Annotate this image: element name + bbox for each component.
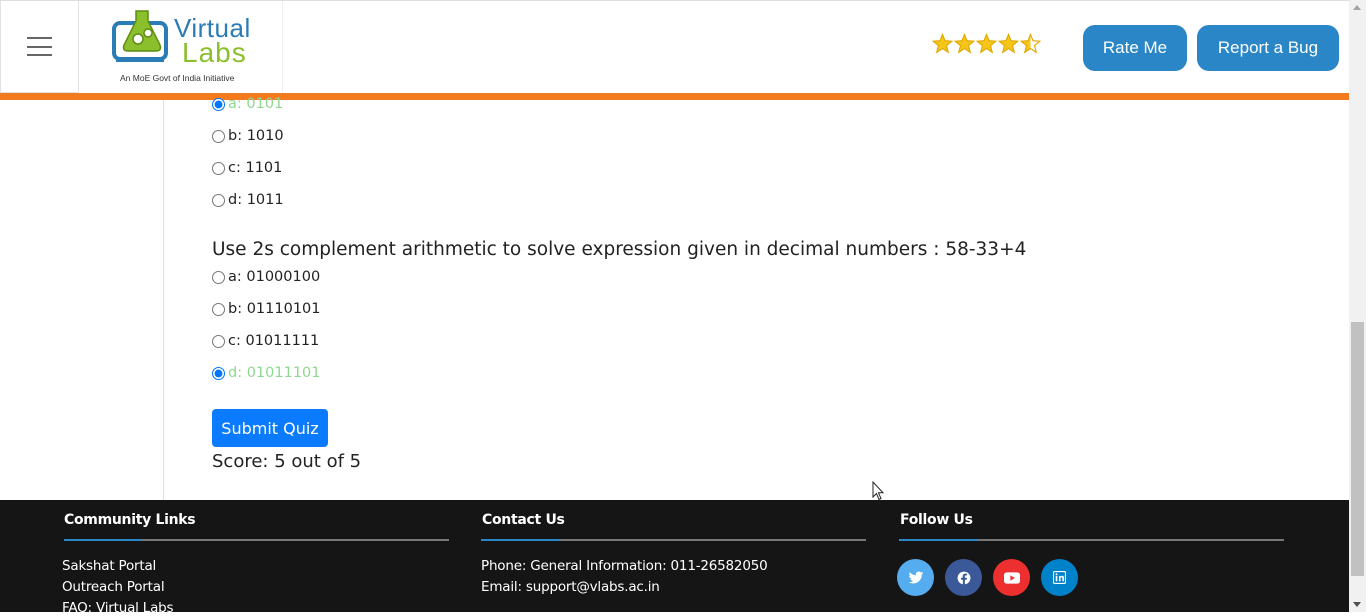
report-bug-button[interactable]: Report a Bug xyxy=(1197,25,1339,71)
menu-toggle-button[interactable] xyxy=(0,1,79,93)
scroll-down-icon[interactable] xyxy=(1353,602,1361,607)
question-text: Use 2s complement arithmetic to solve ex… xyxy=(212,239,1027,260)
contact-heading: Contact Us xyxy=(482,512,565,528)
community-heading: Community Links xyxy=(64,512,196,528)
option-a-radio[interactable] xyxy=(212,270,225,284)
logo-tagline: An MoE Govt of India Initiative xyxy=(120,73,235,83)
prev-option-d[interactable]: d: 1011 xyxy=(212,190,284,210)
option-c[interactable]: c: 01011111 xyxy=(212,331,319,351)
facebook-icon[interactable] xyxy=(945,559,982,596)
option-b[interactable]: b: 01110101 xyxy=(212,299,321,319)
flask-monitor-icon xyxy=(112,10,168,62)
contact-phone: Phone: General Information: 011-26582050 xyxy=(481,558,768,574)
footer-link-faq[interactable]: FAQ: Virtual Labs xyxy=(62,600,174,616)
prev-option-a-radio[interactable] xyxy=(212,97,225,111)
contact-rule xyxy=(481,539,866,541)
option-a[interactable]: a: 01000100 xyxy=(212,267,320,287)
prev-option-d-radio[interactable] xyxy=(212,193,225,207)
youtube-icon[interactable] xyxy=(993,559,1030,596)
site-footer: Community Links Sakshat Portal Outreach … xyxy=(0,500,1349,616)
prev-option-a[interactable]: a: 0101 xyxy=(212,94,283,114)
star-icon[interactable] xyxy=(976,33,997,54)
option-b-label: b: 01110101 xyxy=(228,301,321,317)
footer-link-outreach[interactable]: Outreach Portal xyxy=(62,579,165,595)
prev-option-c[interactable]: c: 1101 xyxy=(212,158,282,178)
prev-option-a-label: a: 0101 xyxy=(228,96,284,112)
scroll-up-icon[interactable] xyxy=(1353,5,1361,10)
logo-word-labs: Labs xyxy=(182,37,247,68)
option-d-label: d: 01011101 xyxy=(228,365,321,381)
option-d-radio[interactable] xyxy=(212,366,225,380)
star-icon[interactable] xyxy=(1020,33,1041,54)
header-accent-bar xyxy=(0,93,1349,100)
prev-option-b-radio[interactable] xyxy=(212,129,225,143)
option-c-label: c: 01011111 xyxy=(228,333,320,349)
logo[interactable]: Virtual Labs An MoE Govt of India Initia… xyxy=(80,1,283,93)
star-icon[interactable] xyxy=(932,33,953,54)
score-text: Score: 5 out of 5 xyxy=(212,451,362,472)
footer-link-sakshat[interactable]: Sakshat Portal xyxy=(62,558,156,574)
twitter-icon[interactable] xyxy=(897,559,934,596)
option-c-radio[interactable] xyxy=(212,334,225,348)
contact-email[interactable]: Email: support@vlabs.ac.in xyxy=(481,579,660,595)
content-divider xyxy=(163,100,164,500)
star-icon[interactable] xyxy=(998,33,1019,54)
prev-option-d-label: d: 1011 xyxy=(228,192,284,208)
option-a-label: a: 01000100 xyxy=(228,269,321,285)
submit-quiz-button[interactable]: Submit Quiz xyxy=(212,409,328,447)
prev-option-b-label: b: 1010 xyxy=(228,128,284,144)
prev-option-b[interactable]: b: 1010 xyxy=(212,126,284,146)
star-rating[interactable] xyxy=(932,33,1041,54)
page-scrollbar[interactable] xyxy=(1349,0,1366,612)
scroll-thumb[interactable] xyxy=(1351,322,1364,576)
hamburger-icon xyxy=(27,37,52,56)
follow-heading: Follow Us xyxy=(900,512,973,528)
mouse-cursor-icon xyxy=(872,481,885,501)
star-icon[interactable] xyxy=(954,33,975,54)
rate-me-button[interactable]: Rate Me xyxy=(1083,25,1187,71)
follow-rule xyxy=(899,539,1284,541)
prev-option-c-radio[interactable] xyxy=(212,161,225,175)
linkedin-icon[interactable] xyxy=(1041,559,1078,596)
option-b-radio[interactable] xyxy=(212,302,225,316)
site-header: Virtual Labs An MoE Govt of India Initia… xyxy=(0,0,1349,94)
prev-option-c-label: c: 1101 xyxy=(228,160,283,176)
option-d[interactable]: d: 01011101 xyxy=(212,363,321,383)
community-rule xyxy=(64,539,449,541)
